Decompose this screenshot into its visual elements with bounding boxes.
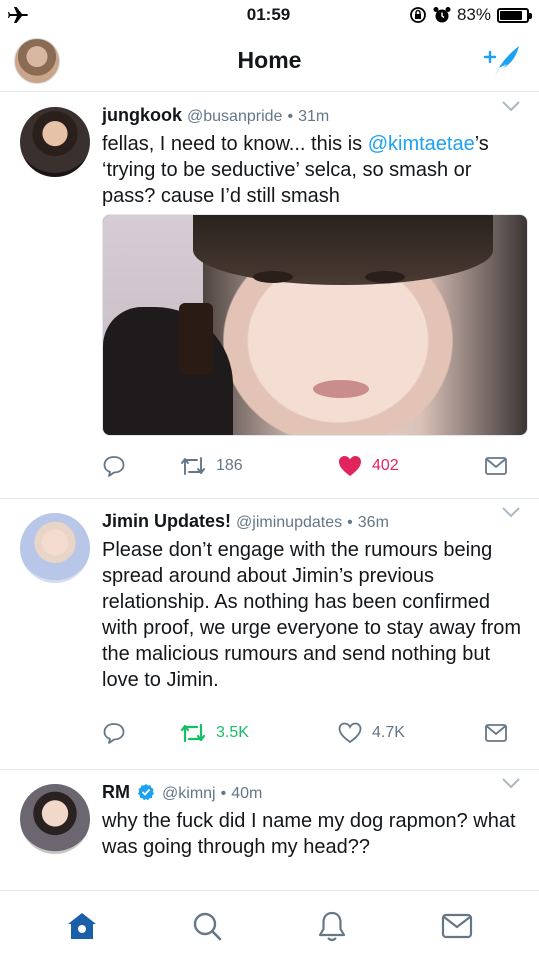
separator-dot: • xyxy=(347,514,353,531)
page-title: Home xyxy=(237,47,302,73)
tweet-time: 36m xyxy=(357,514,389,531)
tweet-header: RM @kimnj • 40m xyxy=(102,780,527,806)
retweet-count: 3.5K xyxy=(216,724,249,741)
airplane-icon xyxy=(8,7,28,23)
retweet-icon xyxy=(180,723,206,743)
tweet-author-name[interactable]: RM xyxy=(102,782,130,802)
tweet-time: 40m xyxy=(231,785,263,802)
reply-icon xyxy=(103,456,125,477)
chevron-down-icon[interactable] xyxy=(501,505,521,519)
direct-message-button[interactable] xyxy=(484,723,508,743)
separator-dot: • xyxy=(287,108,294,125)
tab-notifications[interactable] xyxy=(307,901,357,951)
battery-percent: 83% xyxy=(456,5,491,24)
retweet-button[interactable]: 186 xyxy=(180,455,338,477)
like-button[interactable]: 402 xyxy=(338,455,484,477)
retweet-button[interactable]: 3.5K xyxy=(180,722,338,744)
reply-button[interactable] xyxy=(102,721,180,745)
like-count: 402 xyxy=(372,457,399,474)
chevron-down-icon[interactable] xyxy=(501,776,521,790)
tweet-handle[interactable]: @jiminupdates xyxy=(236,514,342,531)
direct-message-button[interactable] xyxy=(484,456,508,476)
alarm-icon xyxy=(433,7,451,23)
tweet-actions: 3.5K 4.7K xyxy=(102,703,527,763)
tweet-handle[interactable]: @kimnj xyxy=(162,785,216,802)
mention-link[interactable]: @kimtaetae xyxy=(368,133,475,155)
messages-icon xyxy=(441,913,472,938)
tab-search[interactable] xyxy=(182,901,232,951)
tab-bar xyxy=(0,890,539,960)
battery-icon xyxy=(497,7,532,23)
profile-avatar[interactable] xyxy=(14,38,60,84)
tweet-actions: 186 402 xyxy=(102,436,527,496)
notifications-icon xyxy=(318,911,345,941)
like-button[interactable]: 4.7K xyxy=(338,722,484,744)
home-icon xyxy=(68,912,97,939)
envelope-icon xyxy=(485,724,507,742)
tweet-text: why the fuck did I name my dog rapmon? w… xyxy=(102,810,516,858)
tweet-author-name[interactable]: Jimin Updates! xyxy=(102,511,231,531)
avatar[interactable] xyxy=(20,784,90,854)
battery-fill xyxy=(500,10,522,20)
heart-filled-icon xyxy=(339,456,361,476)
orientation-lock-icon xyxy=(410,7,426,23)
chevron-down-icon[interactable] xyxy=(501,99,521,113)
separator-dot: • xyxy=(220,785,227,802)
tweet-text: Please don’t engage with the rumours bei… xyxy=(102,539,522,691)
tweet-media-image[interactable] xyxy=(102,214,528,436)
verified-badge-icon xyxy=(138,784,155,801)
retweet-icon xyxy=(181,457,205,475)
tweet-author-name[interactable]: jungkook xyxy=(102,105,182,125)
tweet-time: 31m xyxy=(298,108,330,125)
compose-tweet-icon[interactable] xyxy=(481,42,523,80)
nav-bar: Home xyxy=(0,30,539,92)
envelope-icon xyxy=(485,457,507,475)
tweet-text: fellas, I need to know... this is @kimta… xyxy=(102,131,527,209)
reply-icon xyxy=(103,723,125,744)
tweet[interactable]: jungkook @busanpride • 31m fellas, I nee… xyxy=(0,93,539,499)
search-icon xyxy=(193,912,222,940)
reply-button[interactable] xyxy=(102,454,180,478)
tweet[interactable]: Jimin Updates! @jiminupdates • 36m Pleas… xyxy=(0,499,539,770)
avatar[interactable] xyxy=(20,107,90,177)
tab-home[interactable] xyxy=(57,901,107,951)
status-time: 01:59 xyxy=(246,5,291,24)
status-bar: 01:59 83% xyxy=(0,0,539,30)
like-count: 4.7K xyxy=(372,724,405,741)
heart-outline-icon xyxy=(338,722,362,744)
tab-messages[interactable] xyxy=(432,901,482,951)
tweet-handle[interactable]: @busanpride xyxy=(187,108,282,125)
tweet-header: Jimin Updates! @jiminupdates • 36m xyxy=(102,509,527,535)
tweet[interactable]: RM @kimnj • 40m why the fuck did I name … xyxy=(0,770,539,900)
tweet-text-part: fellas, I need to know... this is xyxy=(102,133,368,155)
retweet-count: 186 xyxy=(216,457,243,474)
tweet-header: jungkook @busanpride • 31m xyxy=(102,103,527,129)
avatar[interactable] xyxy=(20,513,90,583)
timeline-feed[interactable]: jungkook @busanpride • 31m fellas, I nee… xyxy=(0,93,539,900)
